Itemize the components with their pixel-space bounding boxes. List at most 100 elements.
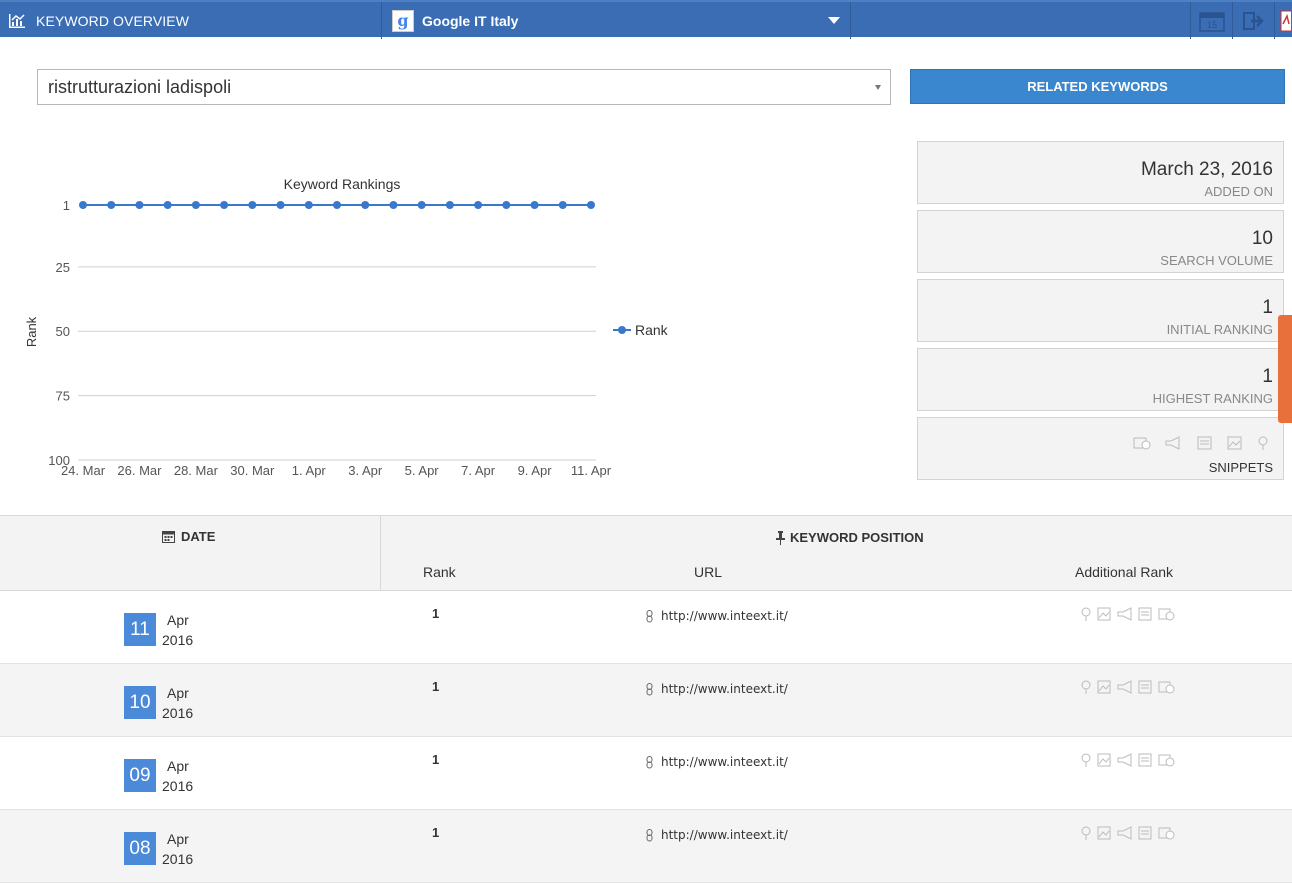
- row-url-text: http://www.inteext.it/: [661, 609, 788, 623]
- search-volume-label: SEARCH VOLUME: [1160, 253, 1273, 268]
- exit-icon: [1242, 11, 1264, 30]
- search-engine-dropdown[interactable]: g Google IT Italy: [381, 2, 851, 39]
- row-year: 2016: [162, 632, 194, 648]
- chart-title: Keyword Rankings: [284, 176, 401, 192]
- y-tick-label: 50: [56, 324, 70, 339]
- data-point[interactable]: [389, 201, 398, 209]
- news-snippet-icon[interactable]: [1197, 436, 1213, 450]
- ads-snippet-icon[interactable]: [1165, 436, 1183, 450]
- additional-rank-icons: [1080, 607, 1175, 621]
- data-point[interactable]: [417, 201, 426, 209]
- video-icon: [1158, 754, 1175, 767]
- row-url-link[interactable]: http://www.inteext.it/: [645, 609, 788, 623]
- video-snippet-icon[interactable]: [1133, 436, 1151, 450]
- help-tab[interactable]: [1278, 315, 1292, 423]
- rank-column-header[interactable]: Rank: [423, 564, 456, 580]
- row-url-text: http://www.inteext.it/: [661, 828, 788, 842]
- data-point[interactable]: [558, 201, 567, 209]
- row-month: Apr: [167, 685, 189, 701]
- map-pin-snippet-icon[interactable]: [1257, 436, 1269, 450]
- row-rank: 1: [432, 679, 440, 694]
- date-column-header: [0, 516, 381, 590]
- keyword-select[interactable]: ristrutturazioni ladispoli: [37, 69, 891, 105]
- news-icon: [1138, 680, 1152, 694]
- row-url-link[interactable]: http://www.inteext.it/: [645, 828, 788, 842]
- search-engine-label: Google IT Italy: [422, 12, 519, 29]
- toolbar-icons: 15: [1190, 2, 1292, 39]
- keyword-position-header: KEYWORD POSITION: [776, 530, 924, 545]
- data-point[interactable]: [107, 201, 116, 209]
- x-tick-label: 24. Mar: [61, 463, 106, 478]
- x-tick-label: 7. Apr: [461, 463, 496, 478]
- row-url-link[interactable]: http://www.inteext.it/: [645, 682, 788, 696]
- data-point[interactable]: [361, 201, 370, 209]
- row-rank: 1: [432, 825, 440, 840]
- date-header-label: DATE: [181, 529, 216, 544]
- ads-icon: [1117, 607, 1132, 621]
- data-point[interactable]: [248, 201, 257, 209]
- video-icon: [1158, 827, 1175, 840]
- ads-icon: [1117, 680, 1132, 694]
- data-point[interactable]: [530, 201, 539, 209]
- image-snippet-icon[interactable]: [1227, 436, 1243, 450]
- row-month: Apr: [167, 758, 189, 774]
- pdf-icon: [1280, 10, 1291, 31]
- url-column-header[interactable]: URL: [694, 564, 722, 580]
- x-tick-label: 9. Apr: [518, 463, 553, 478]
- data-point[interactable]: [79, 201, 87, 209]
- keyword-position-label: KEYWORD POSITION: [790, 530, 924, 545]
- initial-ranking-label: INITIAL RANKING: [1166, 322, 1273, 337]
- image-icon: [1097, 680, 1111, 694]
- data-point[interactable]: [276, 201, 285, 209]
- highest-ranking-card: 1 HIGHEST RANKING: [917, 348, 1284, 411]
- ads-icon: [1117, 826, 1132, 840]
- row-url-text: http://www.inteext.it/: [661, 755, 788, 769]
- data-point[interactable]: [587, 201, 595, 209]
- data-point[interactable]: [502, 201, 511, 209]
- data-point[interactable]: [474, 201, 483, 209]
- added-on-value: March 23, 2016: [1140, 159, 1273, 180]
- initial-ranking-card: 1 INITIAL RANKING: [917, 279, 1284, 342]
- day-badge: 10: [124, 686, 156, 719]
- row-year: 2016: [162, 851, 194, 867]
- news-icon: [1138, 753, 1152, 767]
- data-point[interactable]: [191, 201, 200, 209]
- data-point[interactable]: [304, 201, 313, 209]
- data-point[interactable]: [220, 201, 229, 209]
- data-point[interactable]: [135, 201, 144, 209]
- row-rank: 1: [432, 752, 440, 767]
- calendar-icon: [162, 531, 175, 543]
- date-header[interactable]: DATE: [162, 529, 215, 544]
- data-point[interactable]: [333, 201, 341, 209]
- data-point[interactable]: [163, 201, 172, 209]
- table-row: 10 Apr 2016 1 http://www.inteext.it/: [0, 664, 1292, 737]
- dropdown-arrow-icon: [875, 85, 881, 90]
- y-tick-label: 25: [56, 260, 70, 275]
- news-icon: [1138, 826, 1152, 840]
- row-year: 2016: [162, 778, 194, 794]
- chart-legend[interactable]: Rank: [613, 322, 669, 338]
- data-point[interactable]: [445, 201, 454, 209]
- calendar-icon: 15: [1198, 11, 1225, 32]
- export-button[interactable]: [1232, 2, 1274, 39]
- link-icon: [646, 828, 653, 841]
- snippets-label: SNIPPETS: [1208, 460, 1273, 475]
- chart-icon: [9, 13, 25, 28]
- table-row: 09 Apr 2016 1 http://www.inteext.it/: [0, 737, 1292, 810]
- snippets-card: SNIPPETS: [917, 417, 1284, 480]
- row-url-link[interactable]: http://www.inteext.it/: [645, 755, 788, 769]
- calendar-button[interactable]: 15: [1190, 2, 1232, 39]
- pdf-button[interactable]: [1274, 2, 1292, 39]
- y-tick-label: 75: [56, 389, 70, 404]
- additional-rank-icons: [1080, 680, 1175, 694]
- x-tick-label: 1. Apr: [292, 463, 327, 478]
- image-icon: [1097, 753, 1111, 767]
- y-axis-label: Rank: [24, 316, 39, 347]
- map-pin-icon: [1081, 680, 1091, 694]
- related-keywords-button[interactable]: RELATED KEYWORDS: [910, 69, 1285, 104]
- map-pin-icon: [1081, 607, 1091, 621]
- ads-icon: [1117, 753, 1132, 767]
- additional-rank-column-header: Additional Rank: [1075, 564, 1174, 580]
- row-url-text: http://www.inteext.it/: [661, 682, 788, 696]
- keyword-rankings-chart: Keyword Rankings Rank 1255075100 24. Mar…: [24, 176, 669, 478]
